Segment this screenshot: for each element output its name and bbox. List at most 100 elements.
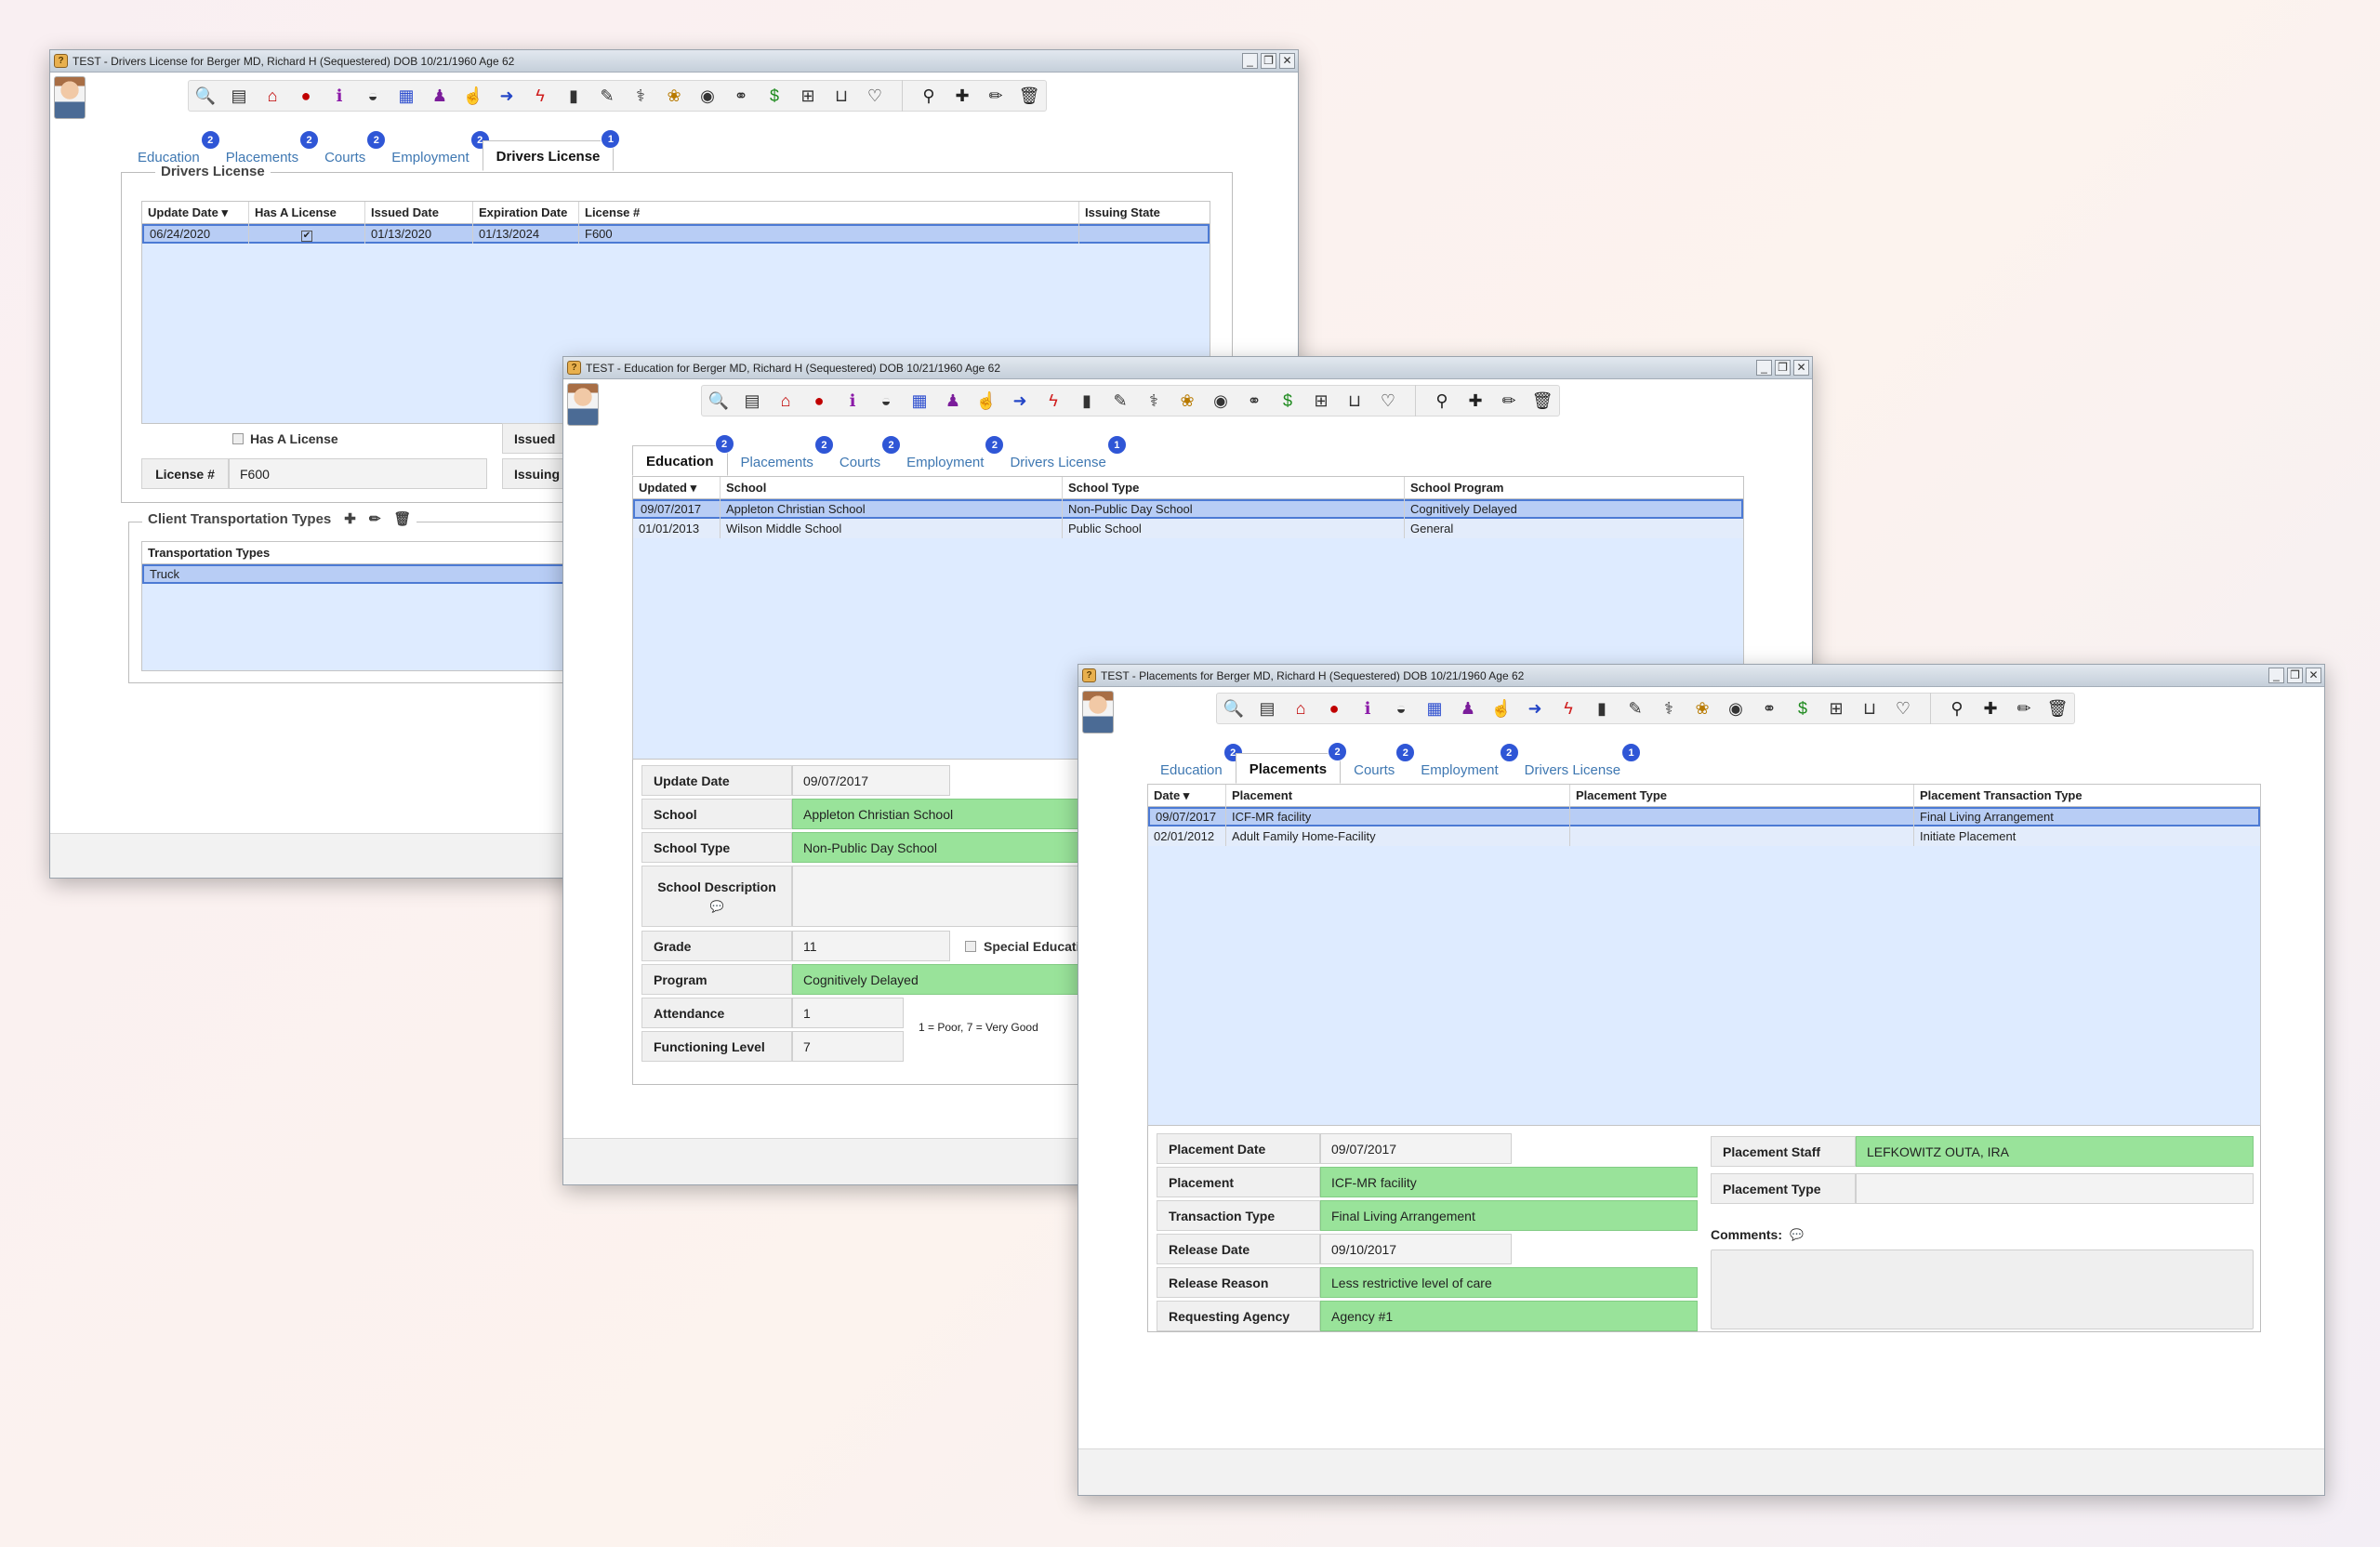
magnify-icon[interactable]: 🔍 [1217,693,1250,724]
table-row[interactable]: 09/07/2017 Appleton Christian School Non… [633,499,1743,519]
title-bar[interactable]: ? TEST - Education for Berger MD, Richar… [563,357,1812,379]
pencil-icon[interactable]: ✏ [2007,693,2041,724]
home-icon[interactable]: ⌂ [769,385,802,416]
col-placement-type[interactable]: Placement Type [1570,784,1914,807]
restore-button[interactable]: ❐ [1775,360,1791,376]
person-icon[interactable]: ♟ [1451,693,1485,724]
inbox-icon[interactable]: ⊔ [825,80,858,112]
info-icon[interactable]: ℹ [836,385,869,416]
edit-icon[interactable]: ✎ [590,80,624,112]
close-button[interactable]: ✕ [2306,668,2321,683]
grade-input[interactable]: 11 [792,931,950,961]
col-license-number[interactable]: License # [579,201,1079,224]
pencil-icon[interactable]: ✏ [1492,385,1526,416]
bolt-icon[interactable]: ϟ [1037,385,1070,416]
red-dot-icon[interactable]: ● [1317,693,1351,724]
home-icon[interactable]: ⌂ [1284,693,1317,724]
magnify-icon[interactable]: 🔍 [702,385,735,416]
add-icon[interactable]: ✚ [344,510,356,527]
trash-icon[interactable]: 🗑 [1526,385,1559,416]
table-row[interactable]: 01/01/2013 Wilson Middle School Public S… [633,519,1743,538]
col-placement[interactable]: Placement [1226,784,1570,807]
edit-icon[interactable]: ✎ [1619,693,1652,724]
restore-button[interactable]: ❐ [1261,53,1276,69]
col-date[interactable]: Date ▾ [1148,784,1226,807]
person-icon[interactable]: ♟ [423,80,456,112]
paw-icon[interactable]: ❀ [657,80,691,112]
school-description-input[interactable] [792,866,1090,927]
add-icon[interactable]: ✚ [945,80,979,112]
home-icon[interactable]: ⌂ [256,80,289,112]
close-button[interactable]: ✕ [1793,360,1809,376]
tab-courts[interactable]: Courts 2 [826,435,902,476]
col-updated[interactable]: Updated ▾ [633,476,721,499]
requesting-agency-input[interactable]: Agency #1 [1320,1301,1698,1331]
info-icon[interactable]: ℹ [323,80,356,112]
release-reason-input[interactable]: Less restrictive level of care [1320,1267,1698,1298]
rings-icon[interactable]: ⚭ [1752,693,1786,724]
red-dot-icon[interactable]: ● [289,80,323,112]
paw-icon[interactable]: ❀ [1170,385,1204,416]
tab-drivers-license[interactable]: Drivers License 1 [482,129,621,171]
ledger-icon[interactable]: ▤ [735,385,769,416]
col-update-date[interactable]: Update Date ▾ [142,201,249,224]
col-issuing-state[interactable]: Issuing State [1079,202,1210,224]
tab-employment[interactable]: Employment 2 [1408,743,1519,784]
binoculars-icon[interactable]: ⚲ [1940,693,1974,724]
dashboard-icon[interactable]: ◒ [1384,693,1418,724]
binoculars-icon[interactable]: ⚲ [912,80,945,112]
comments-input[interactable] [1711,1250,2254,1329]
update-date-input[interactable]: 09/07/2017 [792,765,950,796]
col-has-license[interactable]: Has A License [249,201,365,224]
pencil-icon[interactable]: ✏ [979,80,1012,112]
tab-employment[interactable]: Employment 2 [893,435,1005,476]
tab-education[interactable]: Education 2 [1147,743,1243,784]
close-button[interactable]: ✕ [1279,53,1295,69]
heartbeat-icon[interactable]: ♡ [858,80,892,112]
title-bar[interactable]: ? TEST - Placements for Berger MD, Richa… [1078,665,2324,687]
placement-date-input[interactable]: 09/07/2017 [1320,1133,1512,1164]
medkit-icon[interactable]: ⊞ [1819,693,1853,724]
tab-courts[interactable]: Courts 2 [311,130,387,171]
medkit-icon[interactable]: ⊞ [1304,385,1338,416]
thumbs-up-icon[interactable]: ☝ [970,385,1003,416]
col-school-type[interactable]: School Type [1063,476,1405,499]
calendar-icon[interactable]: ▦ [1418,693,1451,724]
restore-button[interactable]: ❐ [2287,668,2303,683]
stethoscope-icon[interactable]: ⚕ [1652,693,1686,724]
edit-icon[interactable]: ✎ [1104,385,1137,416]
binoculars-icon[interactable]: ⚲ [1425,385,1459,416]
stethoscope-icon[interactable]: ⚕ [1137,385,1170,416]
trash-icon[interactable]: 🗑 [2041,693,2074,724]
title-bar[interactable]: ? TEST - Drivers License for Berger MD, … [50,50,1298,73]
sign-in-icon[interactable]: ➜ [490,80,523,112]
tab-employment[interactable]: Employment 2 [378,130,490,171]
pencil-icon[interactable]: ✏ [369,510,381,527]
placement-input[interactable]: ICF-MR facility [1320,1167,1698,1197]
table-row[interactable]: 02/01/2012 Adult Family Home-Facility In… [1148,826,2260,846]
clipboard-icon[interactable]: ▮ [1070,385,1104,416]
program-input[interactable]: Cognitively Delayed [792,964,1090,995]
tab-education[interactable]: Education 2 [632,434,734,476]
dashboard-icon[interactable]: ◒ [869,385,903,416]
eye-icon[interactable]: ◉ [691,80,724,112]
magnify-icon[interactable]: 🔍 [189,80,222,112]
inbox-icon[interactable]: ⊔ [1853,693,1886,724]
sign-in-icon[interactable]: ➜ [1003,385,1037,416]
stethoscope-icon[interactable]: ⚕ [624,80,657,112]
special-education-checkbox[interactable]: Special Educati [965,939,1079,954]
add-icon[interactable]: ✚ [1459,385,1492,416]
has-license-checkbox[interactable]: Has A License [232,431,338,446]
comment-icon[interactable]: 💬 [1790,1228,1804,1241]
clipboard-icon[interactable]: ▮ [557,80,590,112]
minimize-button[interactable]: _ [1756,360,1772,376]
transaction-type-input[interactable]: Final Living Arrangement [1320,1200,1698,1231]
clipboard-icon[interactable]: ▮ [1585,693,1619,724]
table-row[interactable]: 06/24/2020 ✔ 01/13/2020 01/13/2024 F600 [142,224,1210,244]
sign-in-icon[interactable]: ➜ [1518,693,1552,724]
attendance-input[interactable]: 1 [792,998,904,1028]
trash-icon[interactable]: 🗑 [1012,80,1046,112]
col-expiration-date[interactable]: Expiration Date [473,201,579,224]
thumbs-up-icon[interactable]: ☝ [456,80,490,112]
tab-drivers-license[interactable]: Drivers License 1 [997,435,1127,476]
